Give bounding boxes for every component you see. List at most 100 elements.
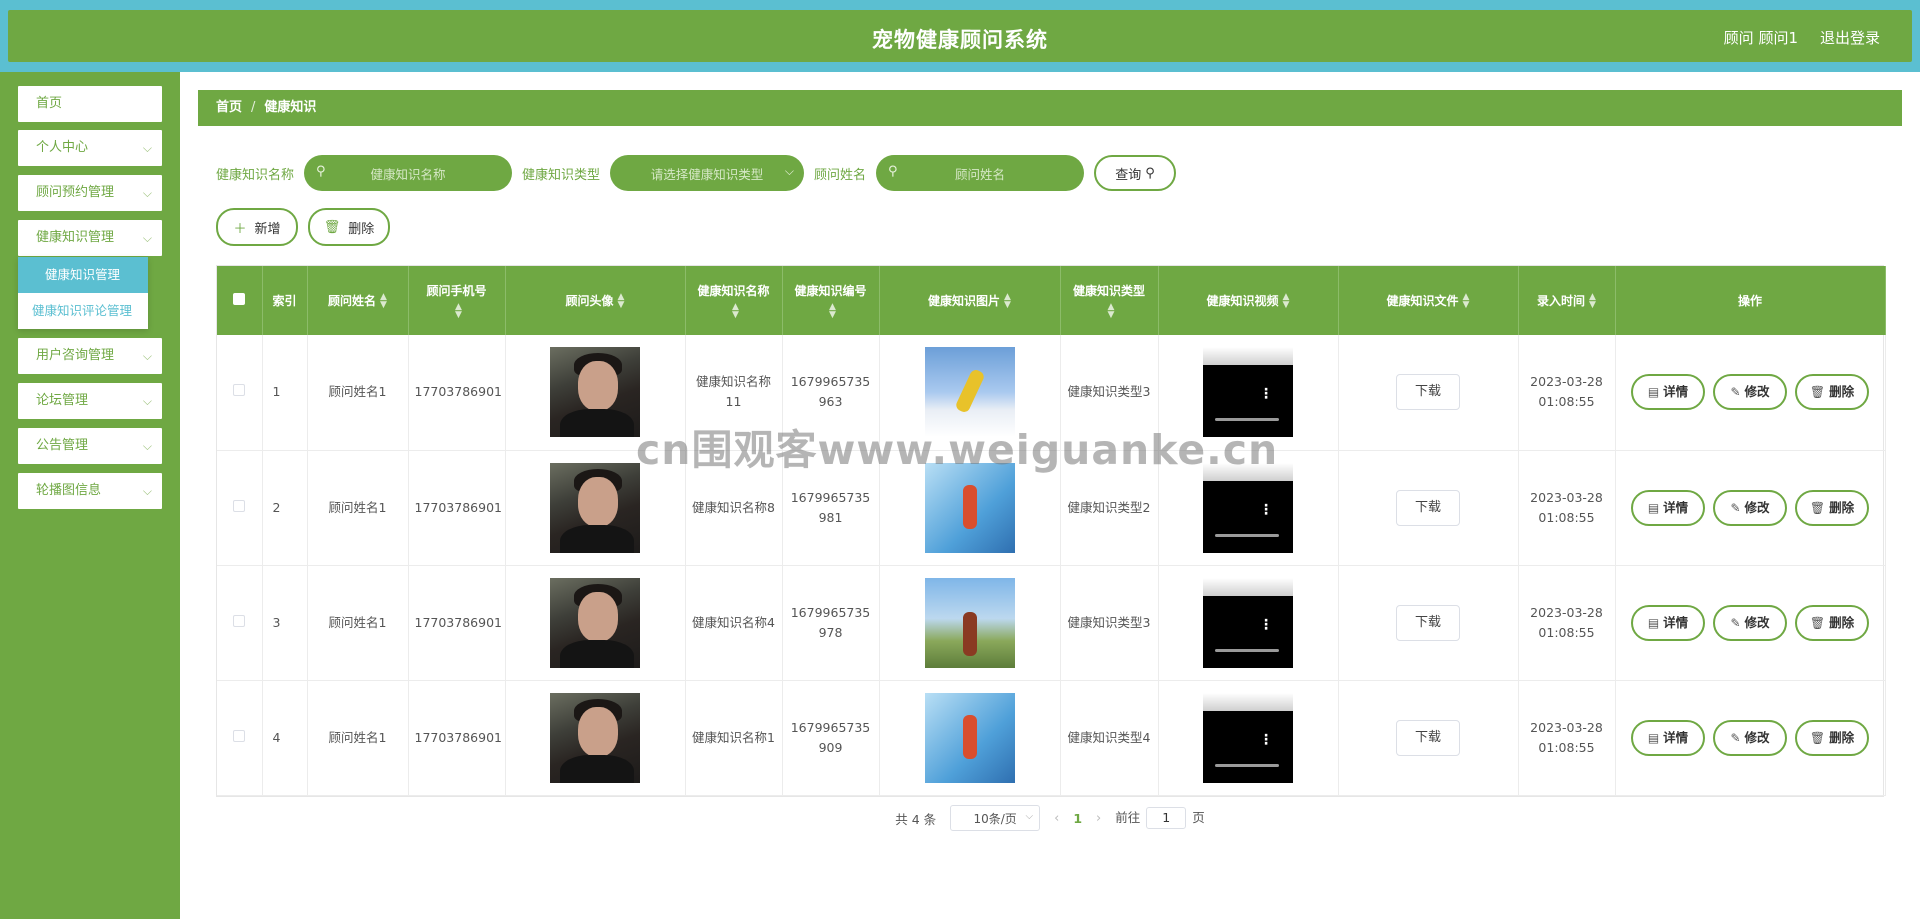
row-checkbox-cell[interactable] bbox=[217, 565, 263, 681]
column-header[interactable]: 健康知识图片 ▲ ▼ bbox=[879, 266, 1061, 335]
detail-button[interactable]: ▤ 详情 bbox=[1631, 604, 1705, 641]
column-header[interactable]: 健康知识编号 ▲ ▼ bbox=[782, 266, 880, 335]
submenu-item-health-knowledge[interactable]: 健康知识管理 bbox=[18, 257, 148, 293]
sidebar-item-consultations[interactable]: 用户咨询管理 ⌵ bbox=[18, 338, 162, 374]
download-button[interactable]: 下载 bbox=[1396, 374, 1460, 411]
sort-icon[interactable]: ▲ ▼ bbox=[1108, 303, 1115, 320]
page-number[interactable]: 1 bbox=[1073, 811, 1082, 826]
column-header: 索引 bbox=[262, 266, 308, 335]
name-cell: 健康知识名称1 bbox=[685, 680, 783, 796]
advisor-avatar[interactable] bbox=[550, 692, 640, 783]
page-size-value: 10条/页 bbox=[973, 811, 1017, 826]
advisor-cell: 顾问姓名1 bbox=[307, 680, 409, 796]
edit-button[interactable]: ✎ 修改 bbox=[1713, 719, 1787, 756]
download-button[interactable]: 下载 bbox=[1396, 489, 1460, 526]
header-user-area: 顾问 顾问1 退出登录 bbox=[1724, 27, 1880, 48]
row-checkbox-cell[interactable] bbox=[217, 450, 263, 566]
delete-button[interactable]: 🗑 删除 bbox=[1795, 489, 1869, 526]
add-button[interactable]: ＋ 新增 bbox=[216, 208, 298, 246]
knowledge-photo[interactable] bbox=[924, 462, 1015, 553]
edit-button[interactable]: ✎ 修改 bbox=[1713, 489, 1787, 526]
column-header[interactable]: 健康知识名称 ▲ ▼ bbox=[685, 266, 783, 335]
detail-button[interactable]: ▤ 详情 bbox=[1631, 719, 1705, 756]
column-header[interactable]: 顾问姓名 ▲ ▼ bbox=[307, 266, 409, 335]
row-checkbox[interactable] bbox=[233, 384, 246, 397]
sort-icon[interactable]: ▲ ▼ bbox=[1004, 293, 1011, 310]
column-header[interactable]: 健康知识视频 ▲ ▼ bbox=[1158, 266, 1339, 335]
name-search-input[interactable]: ⚲ 健康知识名称 bbox=[304, 155, 513, 191]
knowledge-video[interactable]: ⋮ bbox=[1203, 692, 1293, 783]
advisor-avatar[interactable] bbox=[550, 577, 640, 668]
name-search-label: 健康知识名称 bbox=[216, 167, 295, 183]
sidebar-item-notices[interactable]: 公告管理 ⌵ bbox=[18, 428, 162, 464]
knowledge-photo[interactable] bbox=[924, 577, 1015, 668]
column-header[interactable]: 健康知识类型 ▲ ▼ bbox=[1060, 266, 1159, 335]
row-checkbox[interactable] bbox=[233, 729, 246, 742]
page-size-select[interactable]: 10条/页 ⌵ bbox=[950, 805, 1041, 831]
more-vertical-icon: ⋮ bbox=[1259, 616, 1273, 633]
sort-icon[interactable]: ▲ ▼ bbox=[1589, 293, 1596, 310]
sort-icon[interactable]: ▲ ▼ bbox=[1283, 293, 1290, 310]
sidebar-item-health-knowledge[interactable]: 健康知识管理 ⌵ bbox=[18, 220, 162, 256]
sort-icon[interactable]: ▲ ▼ bbox=[618, 293, 625, 310]
batch-delete-button[interactable]: 🗑 删除 bbox=[308, 208, 390, 246]
select-all-header[interactable] bbox=[217, 266, 263, 335]
sidebar-item-home[interactable]: 首页 bbox=[18, 86, 162, 122]
column-header[interactable]: 顾问头像 ▲ ▼ bbox=[505, 266, 686, 335]
ops-cell: ▤ 详情 ✎ 修改 🗑 删除 bbox=[1615, 335, 1886, 451]
sort-icon[interactable]: ▲ ▼ bbox=[829, 303, 836, 320]
breadcrumb-separator: / bbox=[251, 100, 256, 115]
code-cell: 1679965735978 bbox=[782, 565, 880, 681]
detail-button[interactable]: ▤ 详情 bbox=[1631, 489, 1705, 526]
column-header[interactable]: 健康知识文件 ▲ ▼ bbox=[1338, 266, 1519, 335]
chevron-down-icon: ⌵ bbox=[142, 141, 152, 155]
sort-icon[interactable]: ▲ ▼ bbox=[380, 293, 387, 310]
query-button[interactable]: 查询 ⚲ bbox=[1094, 155, 1177, 191]
delete-button[interactable]: 🗑 删除 bbox=[1795, 604, 1869, 641]
submenu-item-health-comments[interactable]: 健康知识评论管理 bbox=[18, 293, 148, 329]
total-count: 共 4 条 bbox=[895, 811, 937, 827]
detail-button[interactable]: ▤ 详情 bbox=[1631, 374, 1705, 411]
sidebar-item-label: 轮播图信息 bbox=[36, 483, 102, 498]
sort-icon[interactable]: ▲ ▼ bbox=[1463, 293, 1470, 310]
document-icon: ▤ bbox=[1647, 730, 1660, 745]
sort-icon[interactable]: ▲ ▼ bbox=[732, 303, 739, 320]
column-header[interactable]: 录入时间 ▲ ▼ bbox=[1518, 266, 1616, 335]
more-vertical-icon: ⋮ bbox=[1259, 386, 1273, 403]
download-button[interactable]: 下载 bbox=[1396, 604, 1460, 641]
file-cell: 下载 bbox=[1338, 680, 1519, 796]
sidebar-item-appointments[interactable]: 顾问预约管理 ⌵ bbox=[18, 175, 162, 211]
advisor-avatar[interactable] bbox=[550, 462, 640, 553]
current-user[interactable]: 顾问 顾问1 bbox=[1724, 27, 1798, 48]
advisor-search-input[interactable]: ⚲ 顾问姓名 bbox=[876, 155, 1085, 191]
delete-button[interactable]: 🗑 删除 bbox=[1795, 719, 1869, 756]
breadcrumb-home[interactable]: 首页 bbox=[216, 100, 242, 115]
edit-button[interactable]: ✎ 修改 bbox=[1713, 604, 1787, 641]
sidebar-item-label: 用户咨询管理 bbox=[36, 348, 115, 363]
download-button[interactable]: 下载 bbox=[1396, 719, 1460, 756]
delete-button[interactable]: 🗑 删除 bbox=[1795, 374, 1869, 411]
row-checkbox[interactable] bbox=[233, 614, 246, 627]
select-all-checkbox[interactable] bbox=[233, 292, 246, 305]
search-icon: ⚲ bbox=[888, 164, 898, 179]
advisor-avatar[interactable] bbox=[550, 347, 640, 438]
edit-button[interactable]: ✎ 修改 bbox=[1713, 374, 1787, 411]
logout-link[interactable]: 退出登录 bbox=[1820, 27, 1880, 48]
sidebar-item-carousel[interactable]: 轮播图信息 ⌵ bbox=[18, 473, 162, 509]
next-page-icon[interactable]: › bbox=[1096, 811, 1101, 826]
sidebar-item-profile[interactable]: 个人中心 ⌵ bbox=[18, 130, 162, 166]
row-checkbox-cell[interactable] bbox=[217, 335, 263, 451]
goto-page-input[interactable]: 1 bbox=[1146, 807, 1187, 829]
row-checkbox-cell[interactable] bbox=[217, 680, 263, 796]
prev-page-icon[interactable]: ‹ bbox=[1054, 811, 1059, 826]
knowledge-video[interactable]: ⋮ bbox=[1203, 462, 1293, 553]
sort-icon[interactable]: ▲ ▼ bbox=[455, 303, 462, 320]
row-checkbox[interactable] bbox=[233, 499, 246, 512]
sidebar-item-forum[interactable]: 论坛管理 ⌵ bbox=[18, 383, 162, 419]
time-cell: 2023-03-28 01:08:55 bbox=[1518, 680, 1616, 796]
column-header[interactable]: 顾问手机号 ▲ ▼ bbox=[408, 266, 506, 335]
trash-icon: 🗑 bbox=[1809, 730, 1826, 745]
type-select[interactable]: 请选择健康知识类型 ⌵ bbox=[610, 155, 805, 191]
knowledge-video[interactable]: ⋮ bbox=[1203, 577, 1293, 668]
knowledge-photo[interactable] bbox=[924, 692, 1015, 783]
